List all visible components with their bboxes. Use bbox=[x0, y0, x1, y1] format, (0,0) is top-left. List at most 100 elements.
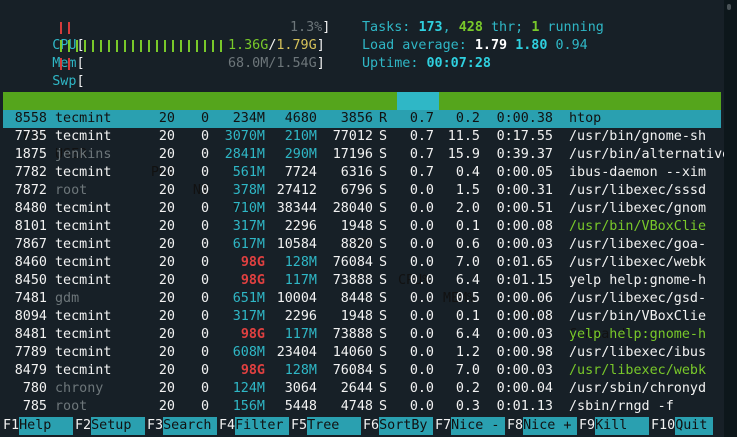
cell-cmd: /usr/libexec/goa- bbox=[569, 237, 707, 252]
cell-pri: 20 bbox=[158, 237, 175, 252]
cell-user: tecmint bbox=[55, 201, 112, 216]
cell-user: tecmint bbox=[55, 345, 112, 360]
cell-cmd: /usr/libexec/webk bbox=[569, 363, 707, 378]
cell-cmd: /usr/bin/VBoxClie bbox=[569, 309, 707, 324]
cell-mem: 0.3 bbox=[455, 399, 480, 414]
swp-meter-value: 68.0M/1.54G] bbox=[228, 56, 325, 71]
cell-mem: 0.2 bbox=[455, 111, 480, 126]
cell-s: R bbox=[379, 111, 388, 126]
cell-pri: 20 bbox=[158, 165, 175, 180]
cell-pri: 20 bbox=[158, 273, 175, 288]
cell-s: S bbox=[379, 219, 388, 234]
cell-virt: 98G bbox=[240, 255, 265, 270]
cell-pri: 20 bbox=[158, 147, 175, 162]
cell-s: S bbox=[379, 399, 388, 414]
sorted-column-highlight bbox=[397, 92, 439, 110]
cell-pri: 20 bbox=[158, 219, 175, 234]
table-row[interactable]: 780 chrony 20 0 124M 3064 2644 S 0.0 0.2 0:00.04/u… bbox=[0, 380, 724, 398]
cell-virt: 378M bbox=[232, 183, 265, 198]
cell-shr: 6316 bbox=[340, 165, 373, 180]
cell-virt: 561M bbox=[232, 165, 265, 180]
cell-pid: 7867 bbox=[14, 237, 47, 252]
table-row[interactable]: 7867 tecmint 20 0 617M 10584 8820 S 0.0 0.6 0:00.0… bbox=[0, 236, 724, 254]
cell-time: 0:00.03 bbox=[496, 237, 553, 252]
cell-ni: 0 bbox=[200, 327, 209, 342]
table-row[interactable]: 8450 tecmint 20 0 98G 117M 73888 S 0.0 6.4 0:01.15… bbox=[0, 272, 724, 290]
cell-time: 0:00.51 bbox=[496, 201, 553, 216]
fkey-help[interactable]: F1Help bbox=[3, 417, 74, 435]
cell-cpu: 0.0 bbox=[409, 273, 434, 288]
table-row[interactable]: 7481 gdm 20 0 651M 10004 8448 S 0.0 0.5 0:00.06/us… bbox=[0, 290, 724, 308]
table-row[interactable]: 785 root 20 0 156M 5448 4748 S 0.0 0.3 0:01.13/sbi… bbox=[0, 398, 724, 416]
cell-cpu: 0.0 bbox=[409, 237, 434, 252]
fkey-nice-minus[interactable]: F7Nice - bbox=[435, 417, 506, 435]
load-average: Load average: 1.79 1.80 0.94 bbox=[362, 38, 588, 53]
table-row[interactable]: 8480 tecmint 20 0 710M 38344 28040 S 0.0 2.0 0:00.… bbox=[0, 200, 724, 218]
table-row[interactable]: 8460 tecmint 20 0 98G 128M 76084 S 0.0 7.0 0:01.65… bbox=[0, 254, 724, 272]
fkey-sortby[interactable]: F6SortBy bbox=[363, 417, 434, 435]
cell-user: tecmint bbox=[55, 111, 112, 126]
cell-ni: 0 bbox=[200, 201, 209, 216]
table-row[interactable]: 7735 tecmint 20 0 3070M 210M 77012 S 0.7 11.5 0:17… bbox=[0, 128, 724, 146]
table-row[interactable]: 7789 tecmint 20 0 608M 23404 14060 S 0.0 1.2 0:00.… bbox=[0, 344, 724, 362]
cpu-meter: CPU[ bbox=[20, 19, 84, 53]
cell-pid: 1875 bbox=[14, 147, 47, 162]
fkey-filter[interactable]: F4Filter bbox=[219, 417, 290, 435]
cell-time: 0:17.55 bbox=[496, 129, 553, 144]
cell-s: S bbox=[379, 327, 388, 342]
fkey-search[interactable]: F3Search bbox=[147, 417, 218, 435]
table-row[interactable]: 7872 root 20 0 378M 27412 6796 S 0.0 1.5 0:00.31/u… bbox=[0, 182, 724, 200]
cell-res: 7724 bbox=[284, 165, 317, 180]
cell-user: root bbox=[55, 399, 88, 414]
table-row[interactable]: 8479 tecmint 20 0 98G 128M 76084 S 0.0 7.0 0:00.03… bbox=[0, 362, 724, 380]
cell-virt: 98G bbox=[240, 327, 265, 342]
cell-time: 0:39.37 bbox=[496, 147, 553, 162]
table-row[interactable]: 1875 jenkins 20 0 2841M 290M 17196 S 0.7 15.9 0:39… bbox=[0, 146, 724, 164]
cell-shr: 4748 bbox=[340, 399, 373, 414]
table-row[interactable]: 8094 tecmint 20 0 317M 2296 1948 S 0.0 0.1 0:00.08… bbox=[0, 308, 724, 326]
cell-mem: 1.2 bbox=[455, 345, 480, 360]
cell-cmd: /usr/libexec/gnom bbox=[569, 201, 707, 216]
cell-pri: 20 bbox=[158, 399, 175, 414]
cell-shr: 1948 bbox=[340, 219, 373, 234]
fkey-setup[interactable]: F2Setup bbox=[75, 417, 146, 435]
cell-time: 0:00.03 bbox=[496, 363, 553, 378]
cell-shr: 73888 bbox=[332, 273, 373, 288]
cell-pri: 20 bbox=[158, 183, 175, 198]
cell-ni: 0 bbox=[200, 219, 209, 234]
fkey-tree[interactable]: F5Tree bbox=[291, 417, 362, 435]
cell-mem: 0.6 bbox=[455, 237, 480, 252]
cell-cmd: /usr/sbin/chronyd bbox=[569, 381, 707, 396]
cell-mem: 0.1 bbox=[455, 309, 480, 324]
fkey-nice-plus[interactable]: F8Nice + bbox=[507, 417, 578, 435]
cell-virt: 124M bbox=[232, 381, 265, 396]
cell-cmd: /usr/libexec/sssd bbox=[569, 183, 707, 198]
table-row[interactable]: 8481 tecmint 20 0 98G 117M 73888 S 0.0 6.4 0:00.03… bbox=[0, 326, 724, 344]
cell-time: 0:00.04 bbox=[496, 381, 553, 396]
table-row[interactable]: 7782 tecmint 20 0 561M 7724 6316 S 0.7 0.4 0:00.05… bbox=[0, 164, 724, 182]
cell-user: jenkins bbox=[55, 147, 112, 162]
table-row[interactable]: 8558 tecmint 20 0 234M 4680 3856 R 0.7 0.2 0:00.38… bbox=[0, 110, 724, 128]
cell-pid: 8480 bbox=[14, 201, 47, 216]
fkey-kill[interactable]: F9Kill bbox=[579, 417, 650, 435]
scrollbar[interactable] bbox=[724, 0, 737, 437]
fkey-quit[interactable]: F10Quit bbox=[651, 417, 714, 435]
cell-cmd: yelp help:gnome-h bbox=[569, 327, 707, 342]
table-row[interactable]: 8101 tecmint 20 0 317M 2296 1948 S 0.0 0.1 0:00.08… bbox=[0, 218, 724, 236]
cell-cpu: 0.0 bbox=[409, 363, 434, 378]
cell-mem: 6.4 bbox=[455, 327, 480, 342]
cell-res: 2296 bbox=[284, 219, 317, 234]
cell-user: chrony bbox=[55, 381, 104, 396]
cell-cpu: 0.7 bbox=[409, 147, 434, 162]
cell-res: 23404 bbox=[276, 345, 317, 360]
scrollbar-thumb[interactable] bbox=[727, 4, 731, 10]
cell-shr: 1948 bbox=[340, 309, 373, 324]
cell-res: 117M bbox=[284, 273, 317, 288]
htop-terminal: CPU[ 1.3%] Mem[ 1.36G/1.79G] Swp[ 68.0M/… bbox=[0, 0, 724, 437]
cell-res: 4680 bbox=[284, 111, 317, 126]
cell-mem: 0.1 bbox=[455, 219, 480, 234]
cell-ni: 0 bbox=[200, 381, 209, 396]
cell-cmd: yelp help:gnome-h bbox=[569, 273, 707, 288]
cell-time: 0:01.15 bbox=[496, 273, 553, 288]
cell-virt: 317M bbox=[232, 309, 265, 324]
